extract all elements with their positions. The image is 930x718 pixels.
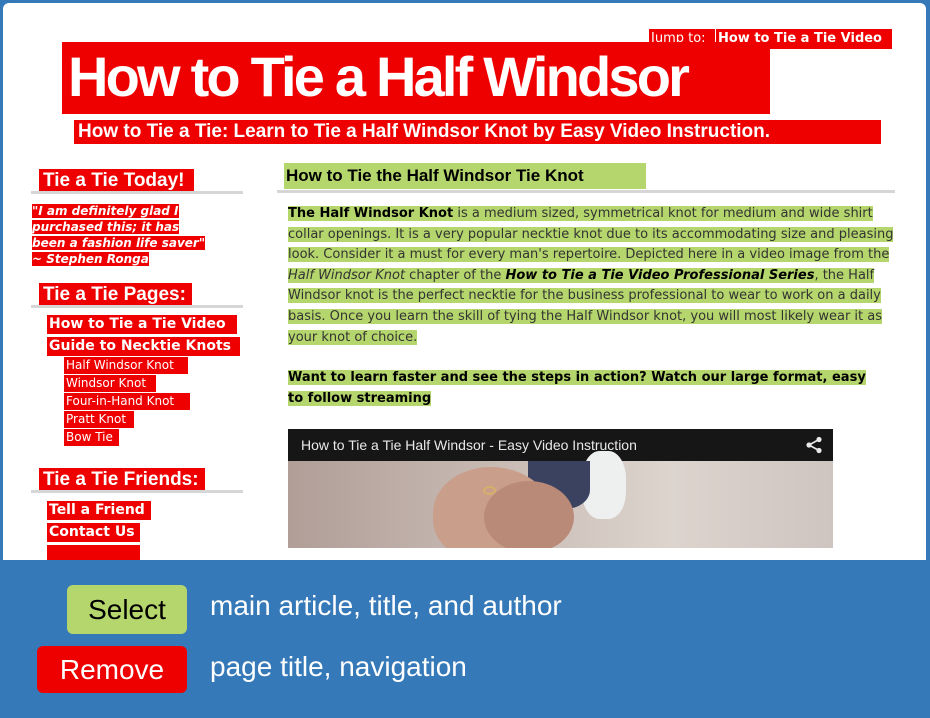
sidebar-link-four-in-hand[interactable]: Four-in-Hand Knot — [64, 393, 190, 410]
quote-line: been a fashion life saver" — [32, 236, 206, 250]
video-title[interactable]: How to Tie a Tie Half Windsor - Easy Vid… — [301, 437, 637, 453]
video-embed[interactable]: How to Tie a Tie Half Windsor - Easy Vid… — [288, 429, 833, 548]
article-italic: Half Windsor Knot — [288, 267, 406, 283]
sidebar-link-windsor[interactable]: Windsor Knot — [64, 375, 156, 392]
sidebar-divider — [31, 191, 243, 194]
sidebar-link-tell-friend[interactable]: Tell a Friend — [47, 501, 151, 520]
sidebar-link-pratt[interactable]: Pratt Knot — [64, 411, 134, 428]
quote-author: ~ Stephen Ronga — [32, 252, 149, 266]
sidebar-heading-today: Tie a Tie Today! — [39, 169, 194, 193]
page-title: How to Tie a Half Windsor — [62, 42, 770, 114]
remove-legend-badge: Remove — [37, 646, 187, 693]
quote-line: purchased this; it has — [32, 220, 180, 234]
article-bold-intro: The Half Windsor Knot — [288, 206, 454, 221]
select-legend-badge: Select — [67, 585, 187, 634]
call-to-action: Want to learn faster and see the steps i… — [288, 368, 868, 409]
remove-legend-description: page title, navigation — [210, 651, 467, 682]
sidebar-link-knots-guide[interactable]: Guide to Necktie Knots — [47, 337, 240, 356]
webpage-preview: Jump to: How to Tie a Tie Video How to Ti… — [3, 3, 926, 560]
article-heading: How to Tie the Half Windsor Tie Knot — [284, 163, 646, 189]
cta-text: Want to learn faster and see the steps i… — [288, 370, 866, 406]
sidebar-divider — [31, 490, 243, 493]
sidebar-link-contact[interactable]: Contact Us — [47, 523, 140, 542]
select-legend-description: main article, title, and author — [210, 590, 562, 621]
quote-line: "I am definitely glad I — [32, 204, 179, 218]
sidebar-heading-friends: Tie a Tie Friends: — [39, 468, 205, 492]
article-series-name: How to Tie a Tie Video Professional Seri… — [505, 267, 815, 283]
sidebar-link-cutoff — [47, 545, 140, 560]
sidebar-heading-pages: Tie a Tie Pages: — [39, 283, 192, 307]
page-subtitle: How to Tie a Tie: Learn to Tie a Half Wi… — [74, 120, 881, 144]
article-divider — [277, 190, 895, 193]
article-body: The Half Windsor Knot is a medium sized,… — [288, 204, 894, 348]
video-title-bar: How to Tie a Tie Half Windsor - Easy Vid… — [288, 429, 833, 461]
sidebar-link-half-windsor[interactable]: Half Windsor Knot — [64, 357, 188, 374]
sidebar-link-bow-tie[interactable]: Bow Tie — [64, 429, 119, 446]
sidebar-divider — [31, 305, 243, 308]
article-text: chapter of the — [405, 267, 506, 283]
share-icon[interactable] — [805, 436, 823, 454]
testimonial-quote: "I am definitely glad I purchased this; … — [32, 203, 238, 267]
sidebar-link-video[interactable]: How to Tie a Tie Video — [47, 315, 237, 334]
video-thumbnail — [288, 451, 833, 548]
